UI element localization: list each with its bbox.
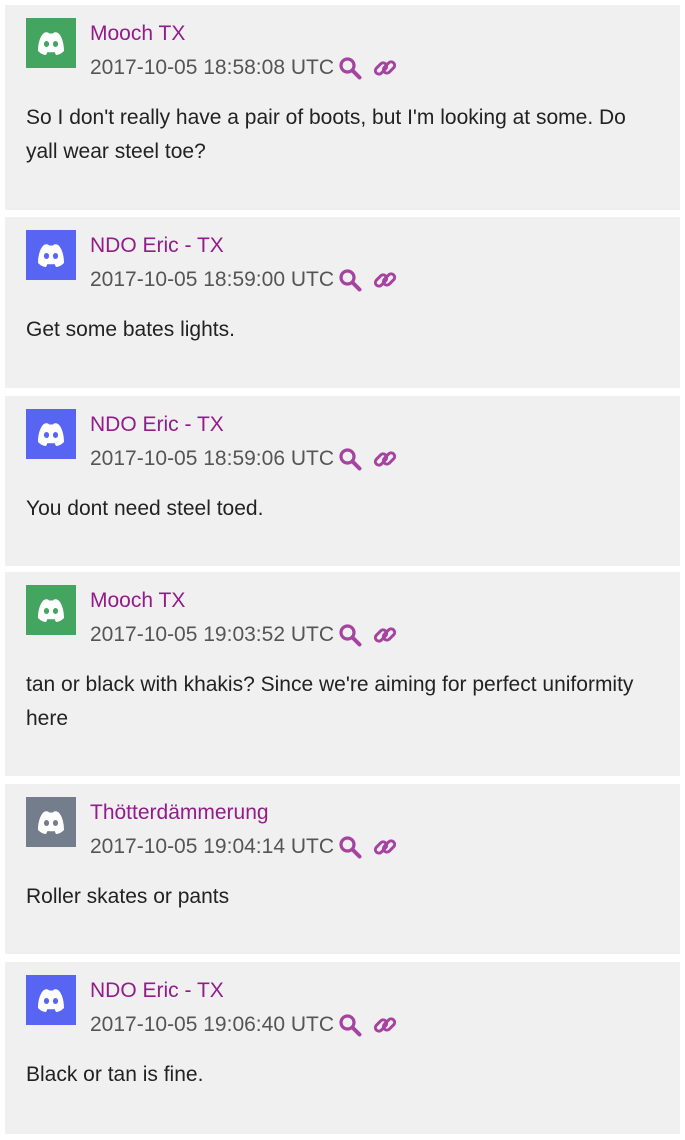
message-feed: Mooch TX 2017-10-05 18:58:08 UTC So I do… [0,0,685,1140]
message-card: Thötterdämmerung 2017-10-05 19:04:14 UTC… [5,784,680,954]
search-icon[interactable] [337,834,363,860]
message-card: NDO Eric - TX 2017-10-05 18:59:06 UTC Yo… [5,396,680,566]
search-icon[interactable] [337,622,363,648]
search-icon[interactable] [337,55,363,81]
discord-logo-icon [38,32,64,55]
link-icon[interactable] [372,1012,398,1038]
discord-logo-icon [38,811,64,834]
author-link[interactable]: NDO Eric - TX [90,234,224,258]
search-icon[interactable] [337,1012,363,1038]
link-icon[interactable] [372,834,398,860]
message-text: Roller skates or pants [26,885,230,908]
author-link[interactable]: NDO Eric - TX [90,979,224,1003]
link-icon[interactable] [372,446,398,472]
timestamp: 2017-10-05 18:59:00 UTC [90,268,334,291]
avatar [26,18,76,68]
message-text: tan or black with khakis? Since we're ai… [26,673,634,730]
link-icon[interactable] [372,55,398,81]
message-card: NDO Eric - TX 2017-10-05 19:06:40 UTC Bl… [5,962,680,1134]
message-meta: 2017-10-05 19:06:40 UTC [90,1012,398,1038]
timestamp: 2017-10-05 18:59:06 UTC [90,447,334,470]
link-icon[interactable] [372,622,398,648]
link-icon[interactable] [372,267,398,293]
message-card: Mooch TX 2017-10-05 19:03:52 UTC tan or … [5,572,680,776]
discord-logo-icon [38,989,64,1012]
avatar [26,230,76,280]
timestamp: 2017-10-05 19:04:14 UTC [90,835,334,858]
message-meta: 2017-10-05 18:59:06 UTC [90,446,398,472]
message-meta: 2017-10-05 18:58:08 UTC [90,55,398,81]
message-meta: 2017-10-05 19:03:52 UTC [90,622,398,648]
author-link[interactable]: NDO Eric - TX [90,413,224,437]
avatar [26,797,76,847]
author-link[interactable]: Thötterdämmerung [90,801,269,825]
avatar [26,409,76,459]
message-meta: 2017-10-05 19:04:14 UTC [90,834,398,860]
message-text: Black or tan is fine. [26,1063,204,1086]
discord-logo-icon [38,599,64,622]
message-text: So I don't really have a pair of boots, … [26,106,626,163]
message-card: Mooch TX 2017-10-05 18:58:08 UTC So I do… [5,5,680,210]
author-link[interactable]: Mooch TX [90,589,185,613]
discord-logo-icon [38,244,64,267]
search-icon[interactable] [337,446,363,472]
message-card: NDO Eric - TX 2017-10-05 18:59:00 UTC Ge… [5,217,680,388]
avatar [26,585,76,635]
message-text: You dont need steel toed. [26,497,264,520]
search-icon[interactable] [337,267,363,293]
discord-logo-icon [38,423,64,446]
timestamp: 2017-10-05 18:58:08 UTC [90,56,334,79]
avatar [26,975,76,1025]
timestamp: 2017-10-05 19:03:52 UTC [90,623,334,646]
timestamp: 2017-10-05 19:06:40 UTC [90,1013,334,1036]
message-meta: 2017-10-05 18:59:00 UTC [90,267,398,293]
author-link[interactable]: Mooch TX [90,22,185,46]
message-text: Get some bates lights. [26,318,235,341]
